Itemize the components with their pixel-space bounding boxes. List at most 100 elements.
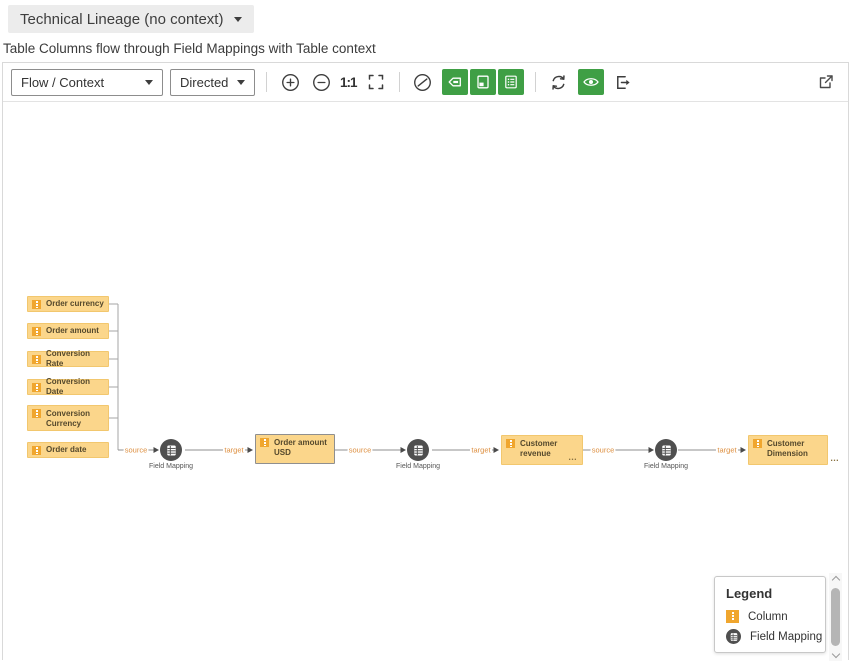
edge-arrow-icon bbox=[649, 447, 655, 453]
edge-arrow-icon bbox=[401, 447, 407, 453]
column-node-label: Customer Dimension bbox=[767, 439, 808, 460]
circle-slash-icon bbox=[412, 72, 433, 93]
column-icon bbox=[260, 438, 269, 447]
direction-select-value: Directed bbox=[180, 75, 228, 90]
zoom-in-button[interactable] bbox=[278, 70, 302, 94]
edge-label: source bbox=[592, 446, 615, 455]
lineage-toolbar: Flow / Context Directed 1:1 bbox=[3, 63, 848, 102]
column-icon bbox=[32, 355, 41, 364]
column-node-label: Order amount bbox=[46, 326, 99, 336]
list-icon bbox=[501, 72, 521, 92]
edge-label: target bbox=[717, 446, 737, 455]
chevron-down-icon bbox=[234, 17, 242, 22]
zoom-out-button[interactable] bbox=[309, 70, 333, 94]
lineage-canvas[interactable]: source target source target source target Leg… bbox=[3, 102, 848, 661]
direction-select[interactable]: Directed bbox=[170, 69, 255, 96]
column-icon bbox=[32, 300, 41, 309]
toggle-button-group bbox=[442, 69, 524, 95]
column-icon bbox=[32, 383, 41, 392]
open-in-new-button[interactable] bbox=[814, 70, 838, 94]
edge-arrow-icon bbox=[248, 447, 254, 453]
show-edge-labels-button[interactable] bbox=[442, 69, 468, 95]
refresh-icon bbox=[548, 72, 569, 93]
edge-arrow-icon bbox=[154, 447, 160, 453]
technical-lineage-page: Technical Lineage (no context) Table Col… bbox=[0, 0, 851, 667]
column-node-customer-revenue[interactable]: Customer revenue … bbox=[501, 435, 583, 465]
chevron-down-icon bbox=[145, 80, 153, 85]
legend: Legend Column Field Mapping bbox=[714, 576, 826, 653]
more-indicator[interactable]: … bbox=[568, 453, 577, 462]
toolbar-divider bbox=[266, 72, 267, 92]
legend-title: Legend bbox=[726, 586, 825, 601]
vertical-scrollbar[interactable] bbox=[829, 573, 842, 661]
edge-arrow-icon bbox=[741, 447, 747, 453]
zoom-in-icon bbox=[280, 72, 301, 93]
legend-item-field-mapping: Field Mapping bbox=[726, 629, 825, 644]
column-node-label: Conversion Rate bbox=[46, 349, 108, 370]
legend-item-label: Column bbox=[748, 611, 788, 623]
edge-label: target bbox=[224, 446, 244, 455]
legend-item-label: Field Mapping bbox=[750, 631, 822, 643]
column-node-label: Order currency bbox=[46, 299, 104, 309]
export-icon bbox=[612, 72, 633, 93]
edge-label: source bbox=[349, 446, 372, 455]
column-node-order-date[interactable]: Order date bbox=[27, 442, 109, 458]
field-mapping-label: Field Mapping bbox=[137, 463, 205, 470]
toolbar-divider bbox=[535, 72, 536, 92]
toolbar-divider bbox=[399, 72, 400, 92]
field-mapping-node[interactable] bbox=[655, 439, 677, 461]
show-node-preview-button[interactable] bbox=[470, 69, 496, 95]
layout-select-value: Flow / Context bbox=[21, 75, 104, 90]
field-mapping-icon bbox=[412, 444, 425, 457]
field-mapping-label: Field Mapping bbox=[384, 463, 452, 470]
column-node-conversion-currency[interactable]: Conversion Currency bbox=[27, 405, 109, 431]
show-attributes-button[interactable] bbox=[498, 69, 524, 95]
lineage-view-selector[interactable]: Technical Lineage (no context) bbox=[8, 5, 254, 33]
column-icon bbox=[32, 446, 41, 455]
field-mapping-icon bbox=[660, 444, 673, 457]
column-node-label: Customer revenue bbox=[520, 439, 557, 460]
column-icon bbox=[506, 439, 515, 448]
column-node-label: Order date bbox=[46, 445, 86, 455]
page-subtitle: Table Columns flow through Field Mapping… bbox=[3, 41, 851, 56]
lineage-view-selector-label: Technical Lineage (no context) bbox=[20, 11, 223, 28]
column-node-order-amount[interactable]: Order amount bbox=[27, 323, 109, 339]
edge-label: target bbox=[471, 446, 491, 455]
layout-select[interactable]: Flow / Context bbox=[11, 69, 163, 96]
column-icon bbox=[32, 327, 41, 336]
tag-icon bbox=[445, 72, 465, 92]
fit-to-screen-button[interactable] bbox=[364, 70, 388, 94]
scrollbar-thumb[interactable] bbox=[831, 588, 840, 646]
field-mapping-label: Field Mapping bbox=[632, 463, 700, 470]
scroll-up-icon[interactable] bbox=[831, 576, 839, 584]
chevron-down-icon bbox=[237, 80, 245, 85]
actual-size-button[interactable]: 1:1 bbox=[340, 70, 357, 94]
lineage-panel: Flow / Context Directed 1:1 bbox=[2, 62, 849, 660]
column-node-order-amount-usd[interactable]: Order amount USD bbox=[255, 434, 335, 464]
column-node-customer-dimension[interactable]: Customer Dimension bbox=[748, 435, 828, 465]
edge-arrow-icon bbox=[494, 447, 500, 453]
zoom-out-icon bbox=[311, 72, 332, 93]
toggle-edges-button[interactable] bbox=[411, 70, 435, 94]
scroll-down-icon[interactable] bbox=[831, 650, 839, 658]
field-mapping-icon bbox=[726, 629, 741, 644]
refresh-button[interactable] bbox=[547, 70, 571, 94]
column-node-conversion-rate[interactable]: Conversion Rate bbox=[27, 351, 109, 367]
more-indicator[interactable]: … bbox=[830, 454, 839, 463]
eye-icon bbox=[581, 72, 601, 92]
field-mapping-icon bbox=[165, 444, 178, 457]
column-icon bbox=[726, 610, 739, 623]
column-icon bbox=[753, 439, 762, 448]
edge-label: source bbox=[125, 446, 148, 455]
fit-to-screen-icon bbox=[366, 72, 386, 92]
field-mapping-node[interactable] bbox=[407, 439, 429, 461]
external-link-icon bbox=[816, 72, 836, 92]
show-all-button[interactable] bbox=[578, 69, 604, 95]
column-node-conversion-date[interactable]: Conversion Date bbox=[27, 379, 109, 395]
field-mapping-node[interactable] bbox=[160, 439, 182, 461]
column-node-order-currency[interactable]: Order currency bbox=[27, 296, 109, 312]
column-node-label: Order amount USD bbox=[274, 438, 327, 459]
export-button[interactable] bbox=[611, 70, 635, 94]
column-icon bbox=[32, 409, 41, 418]
legend-item-column: Column bbox=[726, 610, 825, 623]
